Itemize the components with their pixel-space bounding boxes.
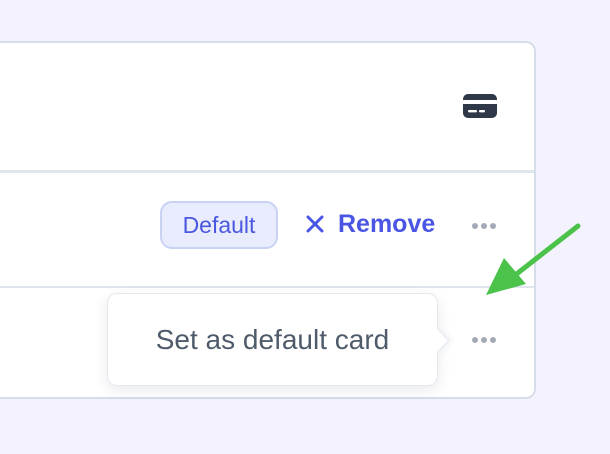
credit-card-icon <box>463 94 497 118</box>
remove-card-button[interactable]: Remove <box>306 204 435 244</box>
more-horizontal-icon <box>472 337 496 343</box>
set-default-tooltip[interactable]: Set as default card <box>107 293 450 386</box>
row-divider <box>0 286 534 288</box>
arrow-icon <box>486 223 581 295</box>
default-badge: Default <box>160 201 278 249</box>
close-icon <box>306 215 324 233</box>
default-badge-label: Default <box>182 211 256 238</box>
row-divider <box>0 170 534 173</box>
card-options-button[interactable] <box>471 330 497 350</box>
set-default-card-option[interactable]: Set as default card <box>156 324 389 356</box>
remove-card-label: Remove <box>338 209 436 238</box>
